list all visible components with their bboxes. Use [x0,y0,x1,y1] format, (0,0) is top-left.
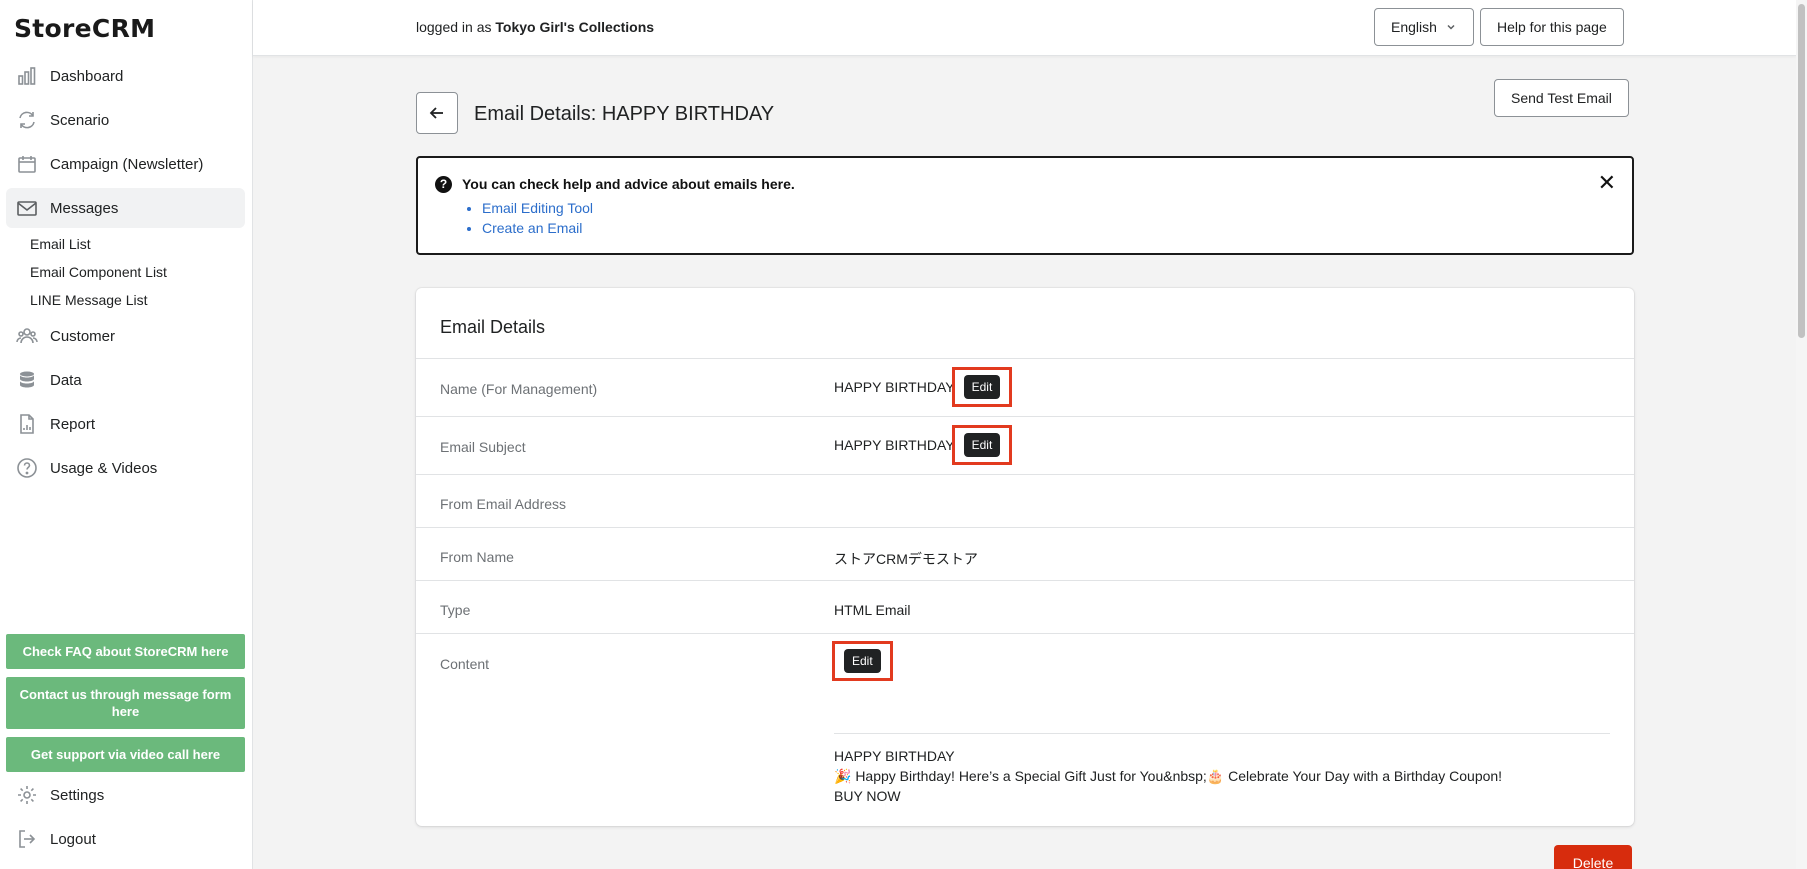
sidebar-item-settings[interactable]: Settings [6,775,245,815]
row-label: From Email Address [440,496,567,512]
page-scrollbar[interactable] [1796,0,1807,869]
messages-submenu: Email List Email Component List LINE Mes… [6,230,245,314]
card-title: Email Details [440,317,546,337]
app-logo[interactable]: StoreCRM [14,14,155,43]
row-label: Content [440,656,490,672]
edit-highlight: Edit [951,367,1013,407]
content-line: HAPPY BIRTHDAY [834,748,955,764]
subject-value: HAPPY BIRTHDAY [834,437,955,453]
submenu-item-email-component-list[interactable]: Email Component List [30,258,245,286]
gear-icon [16,784,38,806]
sidebar-item-label: Settings [50,786,105,804]
edit-subject-button[interactable]: Edit [963,433,1001,457]
help-circle-icon: ? [435,176,452,193]
video-support-button[interactable]: Get support via video call here [6,737,245,772]
sidebar-item-label: Scenario [50,111,110,129]
from-name-value: ストアCRMデモストア [834,551,978,567]
refresh-icon [16,109,38,131]
sidebar-item-messages[interactable]: Messages [6,188,245,228]
sidebar-item-label: Customer [50,327,116,345]
language-select[interactable]: English [1374,8,1474,46]
send-test-email-button[interactable]: Send Test Email [1494,79,1629,117]
edit-content-button[interactable]: Edit [844,649,881,673]
submenu-item-line-message-list[interactable]: LINE Message List [30,286,245,314]
type-value: HTML Email [834,602,911,618]
sidebar-item-label: Usage & Videos [50,459,158,477]
content-line: 🎉 Happy Birthday! Here’s a Special Gift … [834,768,1503,784]
edit-highlight: Edit [832,641,893,681]
back-button[interactable] [416,92,458,134]
store-name: Tokyo Girl's Collections [495,19,655,35]
detail-row-from-name: From Name ストアCRMデモストア [416,527,1634,580]
help-button[interactable]: Help for this page [1480,8,1624,46]
row-value: Edit [832,641,893,681]
calendar-icon [16,153,38,175]
sidebar-item-data[interactable]: Data [6,360,245,400]
arrow-left-icon [427,103,447,123]
sidebar-item-report[interactable]: Report [6,404,245,444]
logout-icon [16,828,38,850]
sidebar-item-logout[interactable]: Logout [6,819,245,859]
main-content: Email Details: HAPPY BIRTHDAY Send Test … [253,56,1796,869]
submenu-item-email-list[interactable]: Email List [30,230,245,258]
content-divider [834,733,1610,734]
sidebar-item-label: Messages [50,199,119,217]
email-editing-tool-link[interactable]: Email Editing Tool [482,200,593,216]
edit-name-button[interactable]: Edit [963,375,1001,399]
detail-row-from-email: From Email Address [416,474,1634,527]
question-icon [16,457,38,479]
name-value: HAPPY BIRTHDAY [834,379,955,395]
sidebar-item-label: Campaign (Newsletter) [50,155,204,173]
banner-link-item: Create an Email [482,218,593,238]
row-value: HAPPY BIRTHDAY Edit [834,425,1013,465]
contact-form-button[interactable]: Contact us through message form here [6,677,245,729]
close-icon[interactable]: ✕ [1598,172,1616,194]
create-email-link[interactable]: Create an Email [482,220,582,236]
content-line: BUY NOW [834,788,901,804]
banner-link-item: Email Editing Tool [482,198,593,218]
login-status: logged in as Tokyo Girl's Collections [416,19,654,35]
content-preview: HAPPY BIRTHDAY 🎉 Happy Birthday! Here’s … [834,746,1502,806]
banner-links: Email Editing Tool Create an Email [482,198,593,238]
row-value: HAPPY BIRTHDAY Edit [834,367,1013,407]
bar-chart-icon [16,65,38,87]
edit-highlight: Edit [951,425,1013,465]
language-label: English [1391,19,1437,35]
banner-title: You can check help and advice about emai… [462,176,795,192]
sidebar-bottom-nav: Settings Logout [6,775,245,863]
row-label: Name (For Management) [440,381,598,397]
document-icon [16,413,38,435]
mail-icon [16,197,38,219]
detail-row-name: Name (For Management) HAPPY BIRTHDAY Edi… [416,358,1634,416]
users-icon [16,325,38,347]
database-icon [16,369,38,391]
support-buttons: Check FAQ about StoreCRM here Contact us… [6,634,245,780]
sidebar-item-label: Data [50,371,82,389]
detail-row-subject: Email Subject HAPPY BIRTHDAY Edit [416,416,1634,474]
logged-prefix: logged in as [416,19,492,35]
sidebar-item-label: Logout [50,830,96,848]
faq-button[interactable]: Check FAQ about StoreCRM here [6,634,245,669]
sidebar-item-usage-videos[interactable]: Usage & Videos [6,448,245,488]
page-title: Email Details: HAPPY BIRTHDAY [474,103,775,125]
sidebar-item-customer[interactable]: Customer [6,316,245,356]
sidebar-item-scenario[interactable]: Scenario [6,100,245,140]
row-label: Email Subject [440,439,526,455]
sidebar-item-campaign[interactable]: Campaign (Newsletter) [6,144,245,184]
detail-row-type: Type HTML Email [416,580,1634,633]
chevron-down-icon [1445,21,1457,33]
delete-button[interactable]: Delete [1554,845,1632,869]
row-label: From Name [440,549,514,565]
sidebar-item-dashboard[interactable]: Dashboard [6,56,245,96]
sidebar-item-label: Dashboard [50,67,124,85]
email-details-card: Email Details Name (For Management) HAPP… [416,288,1634,826]
sidebar-item-label: Report [50,415,96,433]
sidebar-nav: Dashboard Scenario Campaign (Newsletter)… [6,56,245,492]
sidebar: StoreCRM Dashboard Scenario Campaign (Ne… [0,0,253,869]
scroll-thumb[interactable] [1798,4,1805,338]
row-label: Type [440,602,471,618]
top-bar: logged in as Tokyo Girl's Collections En… [253,0,1796,56]
help-banner: ? You can check help and advice about em… [416,156,1634,255]
